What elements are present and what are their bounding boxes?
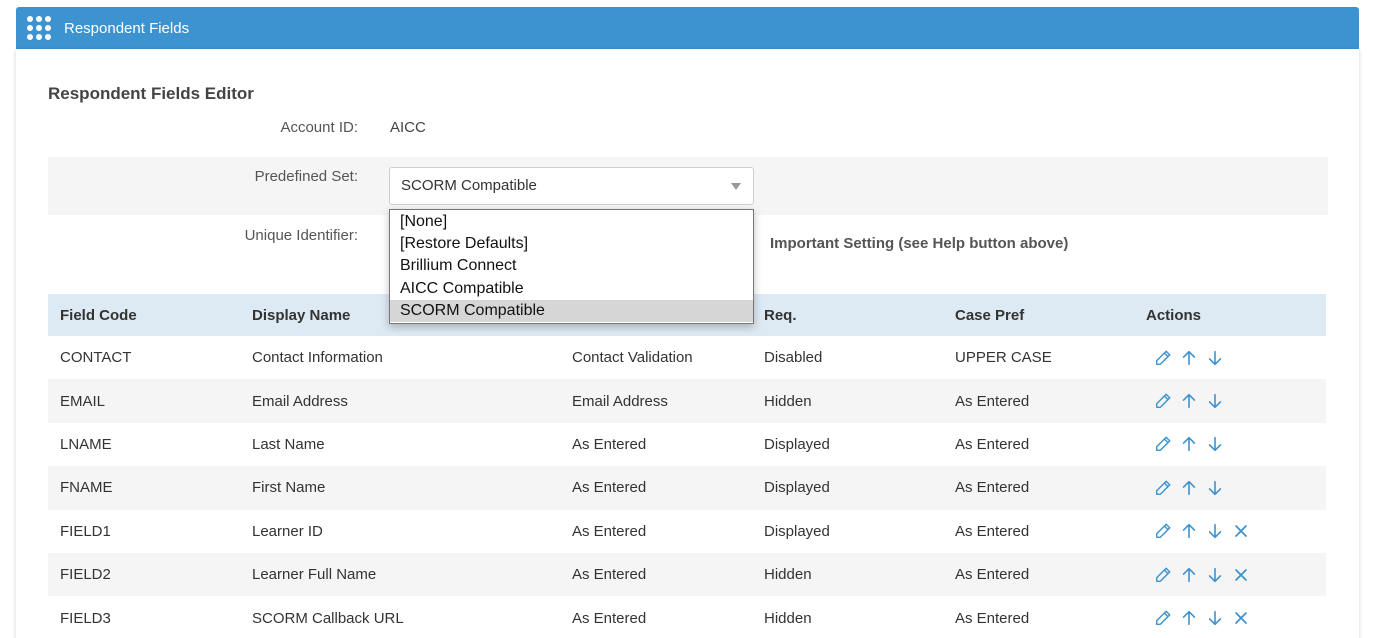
arrow-up-icon[interactable]	[1176, 521, 1202, 541]
predefined-set-select[interactable]: SCORM Compatible	[389, 167, 754, 205]
cell-case-pref: As Entered	[955, 566, 1030, 584]
cell-validation: As Entered	[572, 522, 647, 540]
arrow-down-icon[interactable]	[1202, 521, 1228, 541]
cell-validation: As Entered	[572, 609, 647, 627]
cell-validation: As Entered	[572, 435, 647, 453]
column-header-actions: Actions	[1146, 306, 1202, 324]
dropdown-option-brillium-connect[interactable]: Brillium Connect	[390, 255, 753, 277]
cell-field-code: FIELD1	[60, 522, 111, 540]
column-header-display-name[interactable]: Display Name	[252, 307, 350, 324]
predefined-set-dropdown-list: [None] [Restore Defaults] Brillium Conne…	[389, 209, 754, 324]
cell-req: Hidden	[764, 609, 812, 627]
cell-field-code: FNAME	[60, 479, 113, 497]
table-row: FIELD3 SCORM Callback URL As Entered Hidden…	[48, 596, 1326, 638]
arrow-down-icon[interactable]	[1202, 565, 1228, 585]
delete-x-icon[interactable]	[1228, 565, 1254, 585]
cell-case-pref: As Entered	[955, 479, 1030, 497]
edit-pencil-icon[interactable]	[1150, 348, 1176, 368]
edit-pencil-icon[interactable]	[1150, 565, 1176, 585]
edit-pencil-icon[interactable]	[1150, 434, 1176, 454]
arrow-up-icon[interactable]	[1176, 478, 1202, 498]
row-actions	[1150, 348, 1228, 368]
apps-grid-icon[interactable]	[27, 16, 51, 40]
table-row: CONTACT Contact Information Contact Valida…	[48, 336, 1326, 379]
cell-case-pref: As Entered	[955, 609, 1030, 627]
cell-validation: As Entered	[572, 479, 647, 497]
cell-validation: Contact Validation	[572, 349, 693, 367]
app-header-bar: Respondent Fields	[16, 7, 1359, 49]
arrow-down-icon[interactable]	[1202, 434, 1228, 454]
row-actions	[1150, 478, 1228, 498]
row-actions	[1150, 565, 1254, 585]
arrow-up-icon[interactable]	[1176, 434, 1202, 454]
dropdown-option-none[interactable]: [None]	[390, 211, 753, 233]
column-header-req[interactable]: Req.	[764, 307, 797, 324]
row-actions	[1150, 521, 1254, 541]
table-row: LNAME Last Name As Entered Displayed As Ente…	[48, 423, 1326, 466]
respondent-fields-table: Field Code Display Name Req. Case Pref A…	[48, 294, 1326, 638]
cell-validation: As Entered	[572, 566, 647, 584]
cell-field-code: LNAME	[60, 435, 112, 453]
delete-x-icon[interactable]	[1228, 608, 1254, 628]
edit-pencil-icon[interactable]	[1150, 478, 1176, 498]
edit-pencil-icon[interactable]	[1150, 521, 1176, 541]
arrow-down-icon[interactable]	[1202, 348, 1228, 368]
cell-validation: Email Address	[572, 392, 668, 410]
arrow-up-icon[interactable]	[1176, 608, 1202, 628]
cell-req: Hidden	[764, 566, 812, 584]
arrow-up-icon[interactable]	[1176, 348, 1202, 368]
cell-display-name: Contact Information	[252, 349, 383, 367]
cell-display-name: Learner ID	[252, 522, 323, 540]
arrow-down-icon[interactable]	[1202, 391, 1228, 411]
chevron-down-icon	[731, 183, 741, 190]
header-title: Respondent Fields	[64, 19, 190, 37]
cell-field-code: EMAIL	[60, 392, 106, 410]
arrow-up-icon[interactable]	[1176, 391, 1202, 411]
cell-req: Disabled	[764, 349, 823, 367]
edit-pencil-icon[interactable]	[1150, 608, 1176, 628]
table-row: FNAME First Name As Entered Displayed As Ent…	[48, 466, 1326, 510]
table-row: FIELD2 Learner Full Name As Entered Hidden A…	[48, 552, 1326, 597]
account-id-label: Account ID:	[280, 119, 358, 136]
cell-display-name: SCORM Callback URL	[252, 609, 404, 627]
table-body: CONTACT Contact Information Contact Valida…	[48, 336, 1326, 638]
page-title: Respondent Fields Editor	[48, 84, 254, 103]
dropdown-option-restore-defaults[interactable]: [Restore Defaults]	[390, 233, 753, 255]
cell-case-pref: As Entered	[955, 435, 1030, 453]
cell-field-code: FIELD2	[60, 566, 111, 584]
cell-display-name: First Name	[252, 479, 326, 497]
predefined-set-selected-value: SCORM Compatible	[401, 177, 537, 194]
row-actions	[1150, 391, 1228, 411]
delete-x-icon[interactable]	[1228, 521, 1254, 541]
dropdown-option-aicc-compatible[interactable]: AICC Compatible	[390, 278, 753, 300]
cell-display-name: Learner Full Name	[252, 566, 377, 584]
edit-pencil-icon[interactable]	[1150, 391, 1176, 411]
cell-field-code: FIELD3	[60, 609, 111, 627]
cell-display-name: Email Address	[252, 392, 348, 410]
row-actions	[1150, 608, 1254, 628]
column-header-field-code[interactable]: Field Code	[60, 307, 137, 324]
cell-req: Displayed	[764, 435, 830, 453]
cell-case-pref: As Entered	[955, 392, 1030, 410]
arrow-down-icon[interactable]	[1202, 478, 1228, 498]
cell-case-pref: As Entered	[955, 522, 1030, 540]
cell-field-code: CONTACT	[60, 349, 132, 367]
cell-req: Hidden	[764, 392, 812, 410]
table-row: FIELD1 Learner ID As Entered Displayed As En…	[48, 510, 1326, 553]
cell-display-name: Last Name	[252, 435, 325, 453]
table-row: EMAIL Email Address Email Address Hidden As …	[48, 379, 1326, 423]
cell-req: Displayed	[764, 479, 830, 497]
row-actions	[1150, 434, 1228, 454]
predefined-set-label: Predefined Set:	[254, 168, 358, 185]
arrow-down-icon[interactable]	[1202, 608, 1228, 628]
unique-identifier-label: Unique Identifier:	[244, 227, 358, 244]
dropdown-option-scorm-compatible[interactable]: SCORM Compatible	[390, 299, 753, 322]
important-setting-note: Important Setting (see Help button above…	[770, 235, 1069, 252]
account-id-value: AICC	[390, 119, 426, 136]
column-header-case-pref[interactable]: Case Pref	[955, 307, 1024, 324]
arrow-up-icon[interactable]	[1176, 565, 1202, 585]
cell-case-pref: UPPER CASE	[955, 349, 1052, 367]
cell-req: Displayed	[764, 522, 830, 540]
